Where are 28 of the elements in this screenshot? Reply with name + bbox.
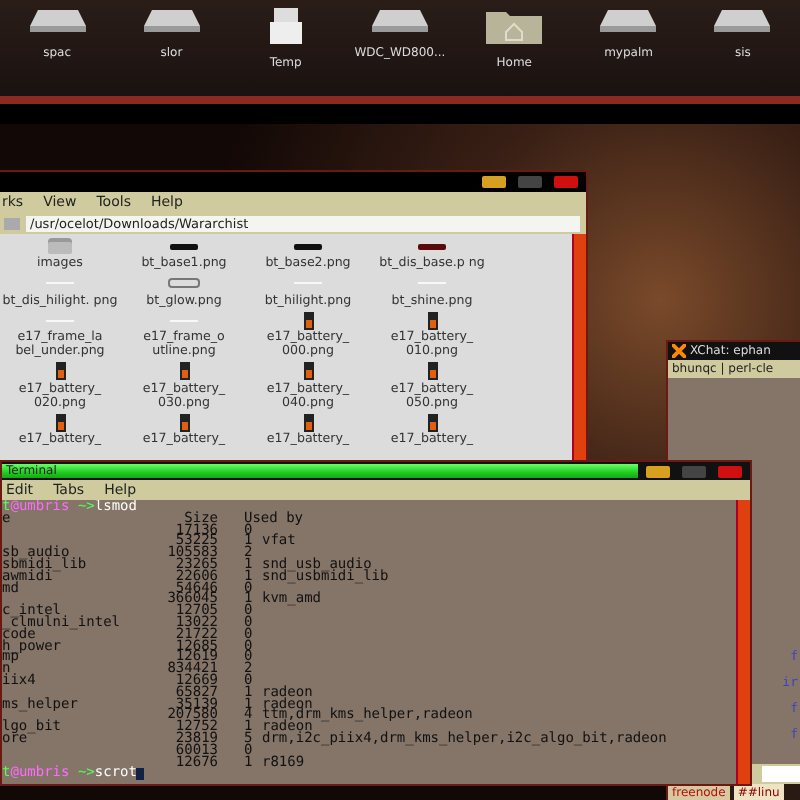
drive-icon [143,8,200,34]
box-icon [269,8,302,44]
battery-icon [427,311,437,329]
battery-icon [179,413,189,431]
scrollbar[interactable] [572,234,586,464]
message-input[interactable] [762,766,800,782]
folder-icon [48,238,72,254]
battery-icon [427,413,437,431]
battery-icon [55,413,65,431]
battery-icon [179,362,189,380]
drive-icon [371,8,428,34]
maximize-button[interactable] [682,465,706,477]
battery-icon [303,311,313,329]
home-folder-icon [486,8,543,44]
drive-icon [714,8,771,34]
minimize-button[interactable] [646,465,670,477]
drive-icon [29,8,86,34]
battery-icon [55,362,65,380]
outline-thumbnail [168,278,200,288]
battery-icon [303,413,313,431]
x-logo-icon [672,344,686,358]
close-button[interactable] [718,465,742,477]
location-icon [4,217,20,229]
drive-icon [600,8,657,34]
maximize-button[interactable] [518,176,542,188]
scrollbar[interactable] [736,500,750,784]
battery-icon [427,362,437,380]
battery-icon [303,362,313,380]
